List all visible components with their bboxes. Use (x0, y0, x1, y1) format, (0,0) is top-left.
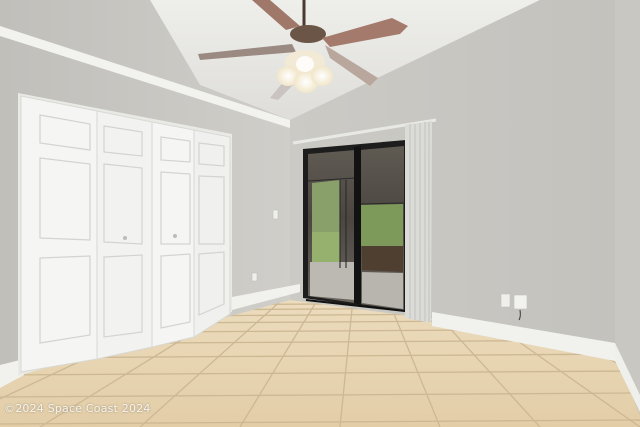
sliding-glass-door[interactable] (303, 140, 406, 312)
wall-outlet-back-1 (500, 293, 511, 308)
closet-knob-right[interactable] (173, 234, 177, 238)
room-photo: ©2024 Space Coast 2024 (0, 0, 640, 427)
photo-watermark: ©2024 Space Coast 2024 (4, 402, 151, 415)
outdoor-greenery-right (360, 204, 403, 246)
closet-doors[interactable] (20, 95, 231, 373)
fan-light-globe-3 (311, 66, 333, 86)
vertical-blinds[interactable] (405, 121, 432, 323)
room-scene (0, 0, 640, 427)
closet-door-panel-2[interactable] (96, 110, 153, 360)
closet-knob-left[interactable] (123, 236, 127, 240)
light-switch[interactable] (272, 209, 279, 220)
fan-motor (290, 25, 326, 43)
wall-outlet-back-2 (513, 294, 528, 310)
closet-door-panel-3[interactable] (151, 121, 195, 348)
patio-floor (310, 262, 355, 300)
closet-door-panel-1[interactable] (20, 95, 98, 373)
door-mullion (354, 146, 361, 305)
patio-railing (362, 246, 403, 272)
wall-outlet-left (251, 272, 258, 282)
